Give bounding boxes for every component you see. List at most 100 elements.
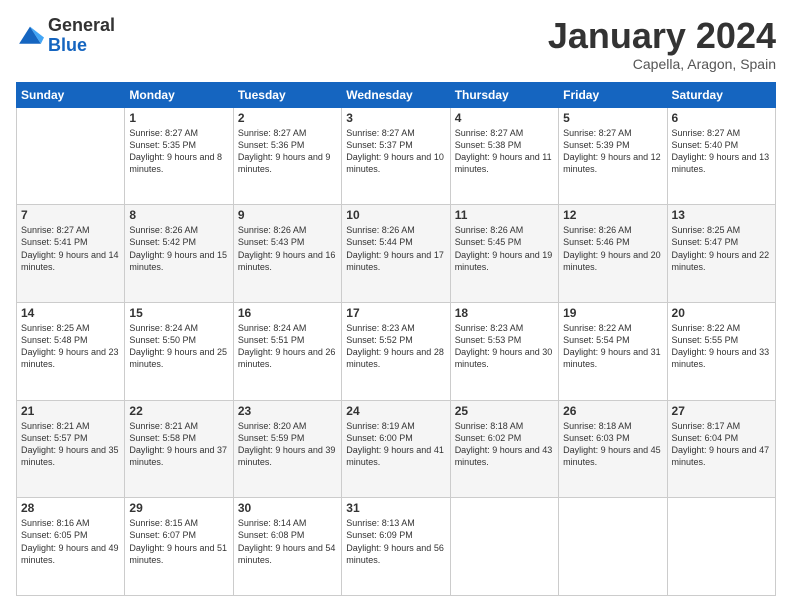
day-info: Sunrise: 8:26 AMSunset: 5:42 PMDaylight:… <box>129 224 228 273</box>
calendar-cell: 13 Sunrise: 8:25 AMSunset: 5:47 PMDayligh… <box>667 205 775 303</box>
calendar-cell: 23 Sunrise: 8:20 AMSunset: 5:59 PMDayligh… <box>233 400 341 498</box>
calendar-week-row: 1Sunrise: 8:27 AMSunset: 5:35 PMDaylight… <box>17 107 776 205</box>
weekday-header-sunday: Sunday <box>17 82 125 107</box>
day-number: 27 <box>672 404 771 418</box>
weekday-header-thursday: Thursday <box>450 82 558 107</box>
day-number: 16 <box>238 306 337 320</box>
weekday-header-friday: Friday <box>559 82 667 107</box>
day-number: 19 <box>563 306 662 320</box>
day-info: Sunrise: 8:20 AMSunset: 5:59 PMDaylight:… <box>238 420 337 469</box>
day-number: 23 <box>238 404 337 418</box>
day-info: Sunrise: 8:26 AMSunset: 5:46 PMDaylight:… <box>563 224 662 273</box>
calendar-cell: 1Sunrise: 8:27 AMSunset: 5:35 PMDaylight… <box>125 107 233 205</box>
day-number: 8 <box>129 208 228 222</box>
day-info: Sunrise: 8:27 AMSunset: 5:36 PMDaylight:… <box>238 127 337 176</box>
day-info: Sunrise: 8:17 AMSunset: 6:04 PMDaylight:… <box>672 420 771 469</box>
day-number: 21 <box>21 404 120 418</box>
calendar-cell: 22 Sunrise: 8:21 AMSunset: 5:58 PMDayligh… <box>125 400 233 498</box>
day-number: 29 <box>129 501 228 515</box>
calendar-cell: 8 Sunrise: 8:26 AMSunset: 5:42 PMDaylight… <box>125 205 233 303</box>
day-info: Sunrise: 8:18 AMSunset: 6:02 PMDaylight:… <box>455 420 554 469</box>
day-number: 15 <box>129 306 228 320</box>
location-subtitle: Capella, Aragon, Spain <box>548 56 776 72</box>
month-title: January 2024 <box>548 16 776 56</box>
calendar-cell <box>450 498 558 596</box>
calendar-cell: 27 Sunrise: 8:17 AMSunset: 6:04 PMDayligh… <box>667 400 775 498</box>
calendar-cell: 29Sunrise: 8:15 AMSunset: 6:07 PMDayligh… <box>125 498 233 596</box>
day-number: 2 <box>238 111 337 125</box>
calendar-cell: 16 Sunrise: 8:24 AMSunset: 5:51 PMDayligh… <box>233 302 341 400</box>
calendar-cell <box>17 107 125 205</box>
day-info: Sunrise: 8:18 AMSunset: 6:03 PMDaylight:… <box>563 420 662 469</box>
calendar-cell: 3 Sunrise: 8:27 AMSunset: 5:37 PMDaylight… <box>342 107 450 205</box>
calendar-cell: 5 Sunrise: 8:27 AMSunset: 5:39 PMDaylight… <box>559 107 667 205</box>
day-info: Sunrise: 8:22 AMSunset: 5:55 PMDaylight:… <box>672 322 771 371</box>
day-info: Sunrise: 8:27 AMSunset: 5:38 PMDaylight:… <box>455 127 554 176</box>
day-number: 7 <box>21 208 120 222</box>
day-number: 28 <box>21 501 120 515</box>
weekday-header-wednesday: Wednesday <box>342 82 450 107</box>
day-number: 11 <box>455 208 554 222</box>
day-info: Sunrise: 8:25 AMSunset: 5:48 PMDaylight:… <box>21 322 120 371</box>
day-number: 22 <box>129 404 228 418</box>
day-info: Sunrise: 8:23 AMSunset: 5:52 PMDaylight:… <box>346 322 445 371</box>
logo-text: General Blue <box>48 16 115 56</box>
day-number: 6 <box>672 111 771 125</box>
day-info: Sunrise: 8:21 AMSunset: 5:58 PMDaylight:… <box>129 420 228 469</box>
day-info: Sunrise: 8:27 AMSunset: 5:40 PMDaylight:… <box>672 127 771 176</box>
day-info: Sunrise: 8:21 AMSunset: 5:57 PMDaylight:… <box>21 420 120 469</box>
day-number: 31 <box>346 501 445 515</box>
logo-icon <box>16 22 44 50</box>
day-number: 5 <box>563 111 662 125</box>
day-number: 13 <box>672 208 771 222</box>
day-number: 20 <box>672 306 771 320</box>
calendar-cell: 31Sunrise: 8:13 AMSunset: 6:09 PMDayligh… <box>342 498 450 596</box>
logo: General Blue <box>16 16 115 56</box>
day-info: Sunrise: 8:24 AMSunset: 5:51 PMDaylight:… <box>238 322 337 371</box>
logo-blue: Blue <box>48 36 115 56</box>
calendar-cell: 20 Sunrise: 8:22 AMSunset: 5:55 PMDayligh… <box>667 302 775 400</box>
day-number: 24 <box>346 404 445 418</box>
day-info: Sunrise: 8:26 AMSunset: 5:45 PMDaylight:… <box>455 224 554 273</box>
calendar: SundayMondayTuesdayWednesdayThursdayFrid… <box>16 82 776 596</box>
calendar-cell: 28 Sunrise: 8:16 AMSunset: 6:05 PMDayligh… <box>17 498 125 596</box>
day-number: 26 <box>563 404 662 418</box>
weekday-header-saturday: Saturday <box>667 82 775 107</box>
day-number: 10 <box>346 208 445 222</box>
day-number: 30 <box>238 501 337 515</box>
calendar-cell: 12 Sunrise: 8:26 AMSunset: 5:46 PMDayligh… <box>559 205 667 303</box>
calendar-week-row: 14Sunrise: 8:25 AMSunset: 5:48 PMDayligh… <box>17 302 776 400</box>
calendar-cell: 18Sunrise: 8:23 AMSunset: 5:53 PMDayligh… <box>450 302 558 400</box>
calendar-cell: 21 Sunrise: 8:21 AMSunset: 5:57 PMDayligh… <box>17 400 125 498</box>
calendar-cell: 26 Sunrise: 8:18 AMSunset: 6:03 PMDayligh… <box>559 400 667 498</box>
day-number: 1 <box>129 111 228 125</box>
page: General Blue January 2024 Capella, Arago… <box>0 0 792 612</box>
calendar-cell <box>667 498 775 596</box>
calendar-cell: 10 Sunrise: 8:26 AMSunset: 5:44 PMDayligh… <box>342 205 450 303</box>
day-number: 3 <box>346 111 445 125</box>
calendar-week-row: 7Sunrise: 8:27 AMSunset: 5:41 PMDaylight… <box>17 205 776 303</box>
day-info: Sunrise: 8:26 AMSunset: 5:44 PMDaylight:… <box>346 224 445 273</box>
calendar-cell: 2 Sunrise: 8:27 AMSunset: 5:36 PMDaylight… <box>233 107 341 205</box>
day-info: Sunrise: 8:16 AMSunset: 6:05 PMDaylight:… <box>21 517 120 566</box>
day-number: 25 <box>455 404 554 418</box>
calendar-cell: 24 Sunrise: 8:19 AMSunset: 6:00 PMDayligh… <box>342 400 450 498</box>
day-info: Sunrise: 8:27 AMSunset: 5:37 PMDaylight:… <box>346 127 445 176</box>
calendar-cell: 25 Sunrise: 8:18 AMSunset: 6:02 PMDayligh… <box>450 400 558 498</box>
day-number: 12 <box>563 208 662 222</box>
day-info: Sunrise: 8:25 AMSunset: 5:47 PMDaylight:… <box>672 224 771 273</box>
day-info: Sunrise: 8:19 AMSunset: 6:00 PMDaylight:… <box>346 420 445 469</box>
day-info: Sunrise: 8:22 AMSunset: 5:54 PMDaylight:… <box>563 322 662 371</box>
day-info: Sunrise: 8:27 AMSunset: 5:39 PMDaylight:… <box>563 127 662 176</box>
day-number: 18 <box>455 306 554 320</box>
logo-general: General <box>48 16 115 36</box>
day-number: 4 <box>455 111 554 125</box>
day-info: Sunrise: 8:24 AMSunset: 5:50 PMDaylight:… <box>129 322 228 371</box>
calendar-week-row: 28 Sunrise: 8:16 AMSunset: 6:05 PMDayligh… <box>17 498 776 596</box>
calendar-cell <box>559 498 667 596</box>
weekday-header-monday: Monday <box>125 82 233 107</box>
calendar-cell: 19 Sunrise: 8:22 AMSunset: 5:54 PMDayligh… <box>559 302 667 400</box>
day-info: Sunrise: 8:26 AMSunset: 5:43 PMDaylight:… <box>238 224 337 273</box>
calendar-cell: 14Sunrise: 8:25 AMSunset: 5:48 PMDayligh… <box>17 302 125 400</box>
calendar-cell: 11 Sunrise: 8:26 AMSunset: 5:45 PMDayligh… <box>450 205 558 303</box>
